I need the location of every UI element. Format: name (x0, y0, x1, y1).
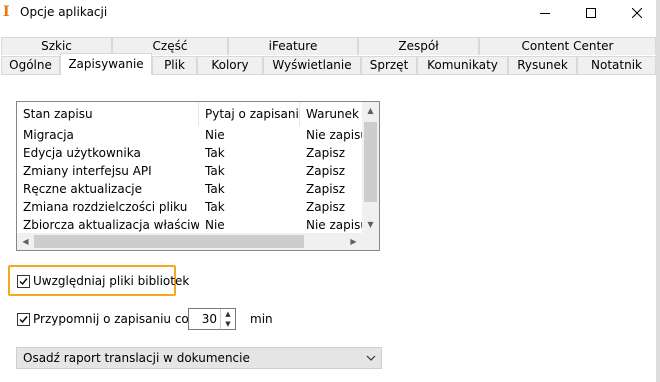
row-condition: Nie zapisuj (306, 128, 363, 142)
increment-icon[interactable]: ▲ (220, 309, 235, 319)
row-condition: Nie zapisuj (306, 218, 363, 232)
column-header[interactable]: Warunek z (300, 102, 364, 126)
row-condition: Zapisz (306, 146, 346, 160)
row-state: Ręczne aktualizacje (23, 182, 143, 196)
checkmark-icon (19, 316, 28, 324)
maximize-icon (586, 8, 596, 18)
scrollbar-corner (362, 233, 379, 250)
vertical-scrollbar[interactable]: ▲ ▼ (362, 102, 379, 233)
tab-ifeature[interactable]: iFeature (228, 37, 358, 55)
tab-notatnik[interactable]: Notatnik (577, 56, 656, 74)
row-state: Edycja użytkownika (23, 146, 141, 160)
dropdown-selected-value: Osadź raport translacji w dokumencie (23, 351, 250, 365)
column-header[interactable]: Pytaj o zapisanie (199, 102, 300, 126)
decrement-icon[interactable]: ▼ (220, 319, 235, 329)
row-prompt: Nie (205, 218, 225, 232)
table-row[interactable]: Migracja Nie Nie zapisuj (17, 126, 363, 144)
minimize-button[interactable] (522, 0, 568, 26)
table-row[interactable]: Zmiany interfejsu API Tak Zapisz (17, 162, 363, 180)
row-prompt: Tak (205, 200, 225, 214)
table-row[interactable]: Edycja użytkownika Tak Zapisz (17, 144, 363, 162)
scroll-down-icon[interactable]: ▼ (362, 216, 379, 233)
title-bar: I Opcje aplikacji (0, 0, 660, 26)
close-icon (632, 8, 642, 18)
tab-wyswietlanie[interactable]: Wyświetlanie (263, 56, 361, 74)
horizontal-scroll-thumb[interactable] (34, 235, 304, 248)
row-prompt: Tak (205, 146, 225, 160)
tab-zespol[interactable]: Zespół (358, 37, 479, 55)
column-header[interactable]: Stan zapisu (17, 102, 199, 126)
remind-unit: min (250, 312, 273, 326)
table-row[interactable]: Ręczne aktualizacje Tak Zapisz (17, 180, 363, 198)
minimize-icon (540, 13, 550, 14)
window-title: Opcje aplikacji (20, 5, 108, 19)
row-state: Zmiany interfejsu API (23, 164, 152, 178)
include-libraries-checkbox[interactable] (17, 275, 30, 288)
scroll-up-icon[interactable]: ▲ (362, 102, 379, 119)
tab-komunikaty[interactable]: Komunikaty (417, 56, 508, 74)
save-state-list[interactable]: Stan zapisu Pytaj o zapisanie Warunek z … (16, 101, 380, 251)
include-libraries-label[interactable]: Uwzględniaj pliki bibliotek (33, 274, 189, 289)
tab-plik[interactable]: Plik (152, 56, 197, 74)
row-state: Migracja (23, 128, 74, 142)
close-button[interactable] (614, 0, 660, 26)
scroll-right-icon[interactable]: ▶ (345, 233, 362, 250)
list-header: Stan zapisu Pytaj o zapisanie Warunek z (17, 102, 377, 126)
table-row[interactable]: Zbiorcza aktualizacja właściwości Nie Ni… (17, 216, 363, 234)
window-edge (656, 0, 660, 382)
row-prompt: Tak (205, 182, 225, 196)
translation-report-dropdown[interactable]: Osadź raport translacji w dokumencie (16, 347, 382, 369)
remind-interval-stepper[interactable]: 30 ▲ ▼ (188, 308, 236, 330)
table-row[interactable]: Zmiana rozdzielczości pliku Tak Zapisz (17, 198, 363, 216)
row-condition: Zapisz (306, 182, 346, 196)
app-icon: I (3, 4, 10, 20)
remind-label[interactable]: Przypomnij o zapisaniu co: (33, 312, 193, 327)
horizontal-scrollbar[interactable]: ◀ ▶ (17, 233, 362, 250)
checkmark-icon (19, 278, 28, 286)
row-state: Zmiana rozdzielczości pliku (23, 200, 188, 214)
row-state: Zbiorcza aktualizacja właściwości (23, 218, 199, 232)
tab-sprzet[interactable]: Sprzęt (361, 56, 417, 74)
vertical-scroll-thumb[interactable] (364, 122, 377, 202)
remind-interval-value[interactable]: 30 (189, 309, 220, 329)
tab-zapisywanie[interactable]: Zapisywanie (60, 53, 152, 75)
tab-kolory[interactable]: Kolory (197, 56, 263, 74)
row-prompt: Tak (205, 164, 225, 178)
maximize-button[interactable] (568, 0, 614, 26)
scroll-left-icon[interactable]: ◀ (17, 233, 34, 250)
tab-ogolne[interactable]: Ogólne (1, 56, 60, 74)
tab-rysunek[interactable]: Rysunek (508, 56, 577, 74)
tab-content-center[interactable]: Content Center (479, 37, 656, 55)
remind-checkbox[interactable] (17, 313, 30, 326)
row-condition: Zapisz (306, 164, 346, 178)
chevron-down-icon (366, 355, 376, 361)
row-prompt: Nie (205, 128, 225, 142)
row-condition: Zapisz (306, 200, 346, 214)
